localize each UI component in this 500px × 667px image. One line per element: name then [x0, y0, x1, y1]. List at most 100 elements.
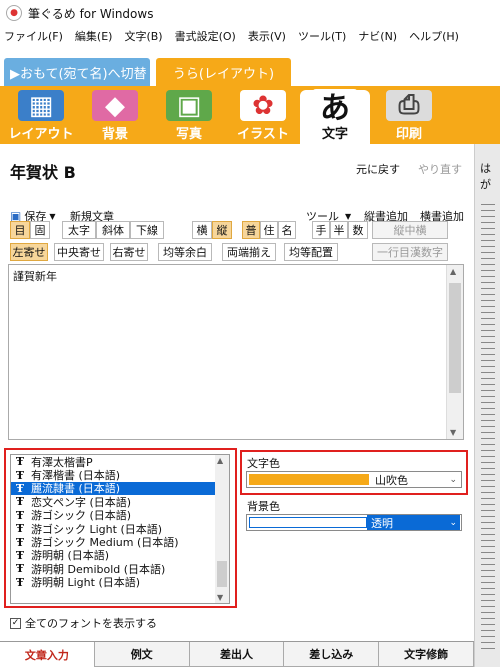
menu-tools[interactable]: ツール(T) [298, 28, 346, 44]
scroll-up-icon[interactable]: ▲ [217, 456, 223, 465]
show-all-fonts-checkbox[interactable]: ✓ [10, 617, 21, 629]
font-list-scrollbar[interactable]: ▲ ▼ [215, 455, 229, 603]
tab-sender[interactable]: 差出人 [189, 642, 285, 667]
truetype-icon: Ŧ [15, 535, 25, 549]
tab-text-input[interactable]: 文章入力 [0, 642, 95, 667]
text-input-area[interactable]: 謹賀新年 ▲ ▼ [8, 264, 464, 440]
show-all-fonts-label: 全てのフォントを表示する [25, 617, 157, 630]
bottom-tabs: 文章入力 例文 差出人 差し込み 文字修飾 [0, 641, 474, 667]
underline-toggle[interactable]: 下線 [130, 221, 164, 239]
tate-chu-yoko-button[interactable]: 縦中横 [372, 221, 448, 239]
undo-button[interactable]: 元に戻す [356, 161, 400, 177]
menu-navi[interactable]: ナビ(N) [358, 28, 397, 44]
tool-text-label: 文字 [321, 127, 348, 142]
bg-color-select[interactable]: 透明 ⌄ [246, 514, 462, 531]
tool-photo[interactable]: ▣ 写真 [154, 90, 224, 144]
bold-toggle[interactable]: 太字 [62, 221, 96, 239]
tool-photo-label: 写真 [175, 127, 202, 142]
printer-icon: ⎙ [386, 90, 432, 121]
scroll-down-icon[interactable]: ▼ [450, 428, 456, 437]
bg-color-value: 透明 [371, 516, 393, 530]
hand-toggle[interactable]: 手 [312, 221, 330, 239]
tool-print[interactable]: ⎙ 印刷 [374, 90, 444, 144]
text-color-swatch [249, 474, 369, 485]
ruler-ticks [481, 204, 495, 654]
normal-type-toggle[interactable]: 普 [242, 221, 260, 239]
font-item[interactable]: Ŧ 游明朝 Light (日本語) [11, 575, 229, 590]
tab-merge[interactable]: 差し込み [284, 642, 380, 667]
align-left-button[interactable]: 左寄せ [10, 243, 48, 261]
align-right-button[interactable]: 右寄せ [110, 243, 148, 261]
photo-icon: ▣ [166, 90, 212, 121]
text-color-select[interactable]: 山吹色 ⌄ [246, 471, 462, 488]
kanji-number-button[interactable]: 一行目漢数字 [372, 243, 448, 261]
font-list[interactable]: Ŧ 有澤太楷書P Ŧ 有澤楷書 (日本語) Ŧ 麗流隷書 (日本語) Ŧ 恋文ペン字 (… [10, 454, 230, 604]
even-place-button[interactable]: 均等配置 [284, 243, 338, 261]
scroll-up-icon[interactable]: ▲ [450, 267, 456, 276]
menu-edit[interactable]: 編集(E) [75, 28, 113, 44]
tool-layout[interactable]: ▦ レイアウト [6, 90, 76, 144]
illustration-icon: ✿ [240, 90, 286, 121]
text-scroll-thumb[interactable] [449, 283, 461, 393]
text-icon: あ [312, 89, 358, 126]
horizontal-toggle[interactable]: 横 [192, 221, 212, 239]
tool-background[interactable]: ◆ 背景 [80, 90, 150, 144]
bg-color-swatch [249, 517, 367, 528]
truetype-icon: Ŧ [15, 522, 25, 536]
name-type-toggle[interactable]: 名 [278, 221, 296, 239]
tool-print-label: 印刷 [395, 127, 422, 142]
gothic-toggle[interactable]: 固 [30, 221, 50, 239]
vertical-toggle[interactable]: 縦 [212, 221, 232, 239]
truetype-icon: Ŧ [15, 495, 25, 509]
truetype-icon: Ŧ [15, 562, 25, 576]
menu-help[interactable]: ヘルプ(H) [409, 28, 459, 44]
layout-icon: ▦ [18, 90, 64, 121]
menu-text[interactable]: 文字(B) [124, 28, 162, 44]
bg-color-label: 背景色 [247, 500, 280, 513]
menu-view[interactable]: 表示(V) [248, 28, 286, 44]
menu-format[interactable]: 書式設定(O) [175, 28, 236, 44]
align-center-button[interactable]: 中央寄せ [54, 243, 104, 261]
save-dropdown-icon: ▼ [49, 211, 56, 221]
tool-illustration-label: イラスト [237, 127, 289, 142]
text-color-value: 山吹色 [375, 473, 408, 487]
text-content: 謹賀新年 [13, 270, 57, 283]
font-scroll-thumb[interactable] [217, 561, 227, 587]
truetype-icon: Ŧ [15, 481, 25, 495]
number-toggle[interactable]: 数 [348, 221, 368, 239]
show-all-fonts-option[interactable]: ✓ 全てのフォントを表示する [10, 615, 157, 631]
text-scrollbar[interactable]: ▲ ▼ [446, 265, 463, 439]
background-icon: ◆ [92, 90, 138, 121]
bg-color-value-box: 透明 ⌄ [367, 515, 460, 530]
text-color-label: 文字色 [247, 457, 280, 470]
back-layout-tab[interactable]: うら(レイアウト) [156, 58, 291, 86]
app-icon: ● [6, 5, 22, 21]
justify-button[interactable]: 両端揃え [222, 243, 276, 261]
mode-bar: ▶おもて(宛て名)へ切替 うら(レイアウト) [0, 46, 500, 86]
document-title: 年賀状 B [10, 163, 76, 182]
italic-toggle[interactable]: 斜体 [96, 221, 130, 239]
mincho-toggle[interactable]: 目 [10, 221, 30, 239]
truetype-icon: Ŧ [15, 508, 25, 522]
window-title: 筆ぐるめ for Windows [28, 6, 154, 21]
tool-strip: ▦ レイアウト ◆ 背景 ▣ 写真 ✿ イラスト あ 文字 ⎙ 印刷 [0, 86, 500, 144]
tools-dropdown-icon: ▼ [345, 211, 352, 221]
tab-text-decoration[interactable]: 文字修飾 [379, 642, 474, 667]
menu-bar: ファイル(F) 編集(E) 文字(B) 書式設定(O) 表示(V) ツール(T)… [0, 26, 500, 46]
scroll-down-icon[interactable]: ▼ [217, 593, 223, 602]
redo-button[interactable]: やり直す [418, 161, 462, 177]
preview-label: はが [480, 162, 491, 191]
even-margin-button[interactable]: 均等余白 [158, 243, 212, 261]
address-type-toggle[interactable]: 住 [260, 221, 278, 239]
switch-to-front-button[interactable]: ▶おもて(宛て名)へ切替 [4, 58, 150, 86]
truetype-icon: Ŧ [15, 575, 25, 589]
truetype-icon: Ŧ [15, 455, 25, 469]
font-name: 游明朝 Light (日本語) [31, 576, 141, 590]
tool-illustration[interactable]: ✿ イラスト [228, 90, 298, 144]
format-row-1: 目 固 太字 斜体 下線 横 縦 普 住 名 手 半 数 縦中横 [10, 221, 470, 239]
tool-text[interactable]: あ 文字 [300, 89, 370, 144]
tab-example[interactable]: 例文 [94, 642, 190, 667]
half-width-toggle[interactable]: 半 [330, 221, 348, 239]
format-row-2: 左寄せ 中央寄せ 右寄せ 均等余白 両端揃え 均等配置 一行目漢数字 [10, 243, 470, 261]
menu-file[interactable]: ファイル(F) [4, 28, 63, 44]
